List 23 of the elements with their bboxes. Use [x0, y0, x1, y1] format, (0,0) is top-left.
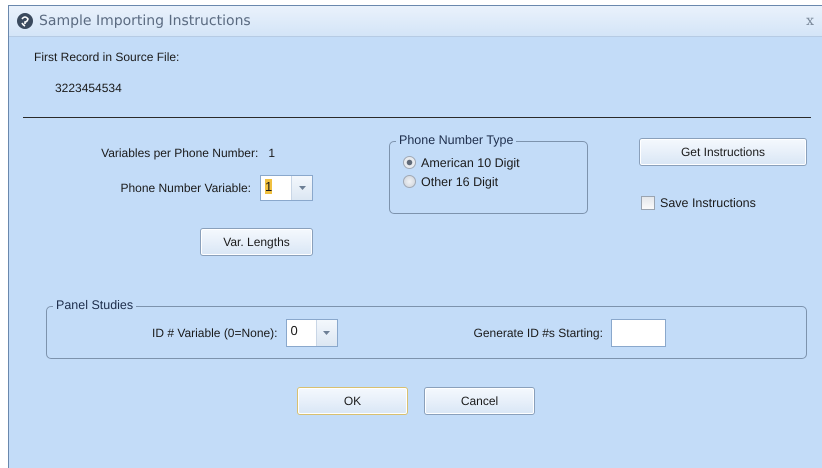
id-variable-label: ID # Variable (0=None): — [152, 326, 278, 340]
var-lengths-button[interactable]: Var. Lengths — [200, 228, 313, 256]
generate-id-input[interactable] — [610, 318, 666, 346]
get-instructions-button[interactable]: Get Instructions — [639, 138, 807, 166]
dropdown-arrow-icon — [323, 330, 330, 334]
save-instructions-checkbox[interactable]: Save Instructions — [641, 193, 807, 212]
phone-variable-combo[interactable]: 1 — [260, 175, 313, 201]
dropdown-arrow-icon — [298, 186, 306, 190]
variables-per-phone-label: Variables per Phone Number: — [101, 146, 258, 160]
radio-option[interactable]: American 10 Digit — [403, 153, 587, 172]
phone-variable-label: Phone Number Variable: — [120, 181, 251, 195]
source-label: First Record in Source File: — [34, 50, 180, 64]
dialog-button[interactable]: Cancel — [424, 387, 535, 415]
radio-option[interactable]: Other 16 Digit — [403, 172, 587, 191]
phone-type-title: Phone Number Type — [396, 133, 516, 147]
panel-studies-title: Panel Studies — [53, 298, 136, 312]
id-variable-combo[interactable]: 0 — [286, 318, 338, 346]
variables-per-phone-value: 1 — [268, 146, 275, 160]
dialog-button[interactable]: OK — [297, 387, 408, 415]
window-title: Sample Importing Instructions — [39, 13, 251, 29]
source-record-value: 3223454534 — [55, 81, 122, 95]
app-logo-icon — [17, 13, 33, 29]
generate-id-label: Generate ID #s Starting: — [474, 326, 603, 340]
